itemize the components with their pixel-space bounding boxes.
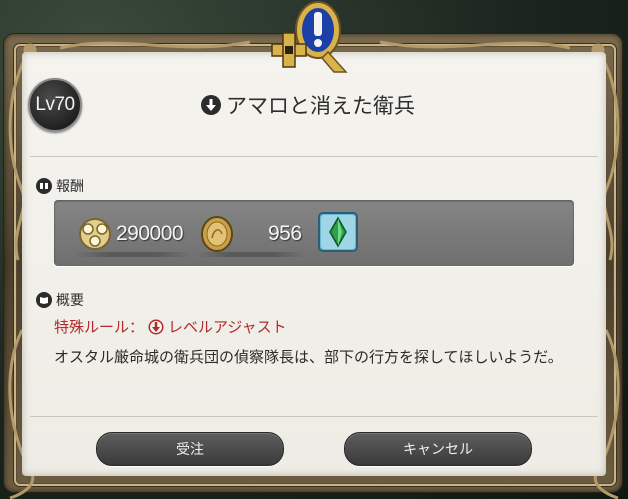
gil-icon[interactable] bbox=[76, 216, 114, 252]
crystal-icon[interactable] bbox=[318, 212, 358, 252]
quest-description: オスタル厳命城の衛兵団の偵察隊長は、部下の行方を探してほしいようだ。 bbox=[54, 348, 563, 366]
summary-section-text: 概要 bbox=[56, 293, 84, 309]
quest-title-row: アマロと消えた衛兵 bbox=[200, 90, 415, 120]
summary-section-label: 概要 bbox=[36, 290, 84, 310]
rewards-section-label: 報酬 bbox=[36, 176, 84, 196]
title-divider bbox=[30, 156, 598, 157]
special-rule-label: 特殊ルール： bbox=[54, 318, 145, 336]
accept-button[interactable]: 受注 bbox=[96, 432, 284, 466]
level-sync-down-icon bbox=[148, 319, 164, 334]
summary-section-icon bbox=[36, 292, 52, 308]
quest-level-badge: Lv70 bbox=[28, 78, 82, 132]
quest-accept-window: Lv70 アマロと消えた衛兵 報酬 290000 956 概要 特殊ルール： レ… bbox=[0, 0, 628, 499]
quest-title: アマロと消えた衛兵 bbox=[226, 94, 415, 118]
rewards-section-icon bbox=[36, 178, 52, 194]
coin-icon[interactable] bbox=[198, 214, 236, 254]
level-sync-down-icon bbox=[201, 95, 221, 115]
quest-emblem-icon bbox=[271, 1, 348, 73]
coin-amount-underline bbox=[196, 252, 306, 257]
gil-amount-underline bbox=[74, 252, 192, 257]
rewards-bar: 290000 956 bbox=[54, 200, 574, 266]
rewards-section-text: 報酬 bbox=[56, 179, 84, 195]
coin-amount: 956 bbox=[268, 222, 302, 245]
footer-divider bbox=[30, 416, 598, 417]
cancel-button[interactable]: キャンセル bbox=[344, 432, 532, 466]
gil-amount: 290000 bbox=[116, 222, 184, 245]
special-rule-line: 特殊ルール： レベルアジャスト bbox=[54, 316, 287, 337]
special-rule-value: レベルアジャスト bbox=[168, 318, 287, 336]
